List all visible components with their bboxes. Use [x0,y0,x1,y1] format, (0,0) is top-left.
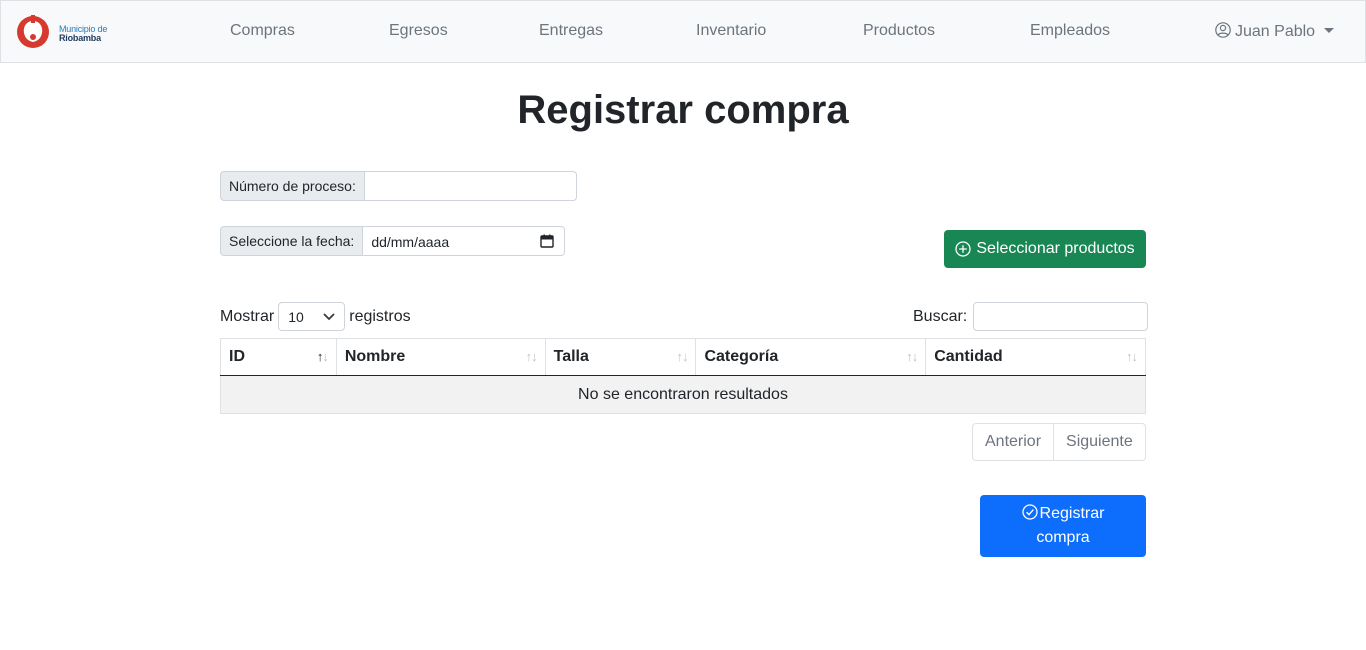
table-header-row: ID ↑↓ Nombre ↑↓ Talla ↑↓ Categoría ↑↓ Ca… [220,338,1146,376]
date-label: Seleccione la fecha: [220,226,364,256]
empty-table-message: No se encontraron resultados [220,375,1146,414]
check-circle-icon [1021,504,1038,520]
select-products-label: Seleccionar productos [976,240,1135,257]
sort-icon: ↑↓ [316,349,329,364]
register-purchase-button[interactable]: Registrar compra [980,495,1146,557]
plus-circle-icon [955,241,971,257]
chevron-down-icon [1324,28,1335,33]
date-input[interactable]: dd/mm/aaaa [363,226,566,256]
column-header-nombre[interactable]: Nombre ↑↓ [335,338,546,376]
register-label-line1: Registrar [1039,505,1105,522]
process-number-label: Número de proceso: [220,171,365,201]
search-input[interactable] [973,302,1149,331]
register-line1: Registrar [980,502,1146,526]
previous-page-button[interactable]: Anterior [972,423,1055,461]
calendar-icon[interactable] [540,234,555,248]
nav-item-entregas[interactable]: Entregas [539,22,603,40]
select-products-button[interactable]: Seleccionar productos [944,230,1146,268]
length-prefix: Mostrar [220,307,275,325]
nav-item-compras[interactable]: Compras [230,22,295,40]
nav-item-empleados[interactable]: Empleados [1030,22,1110,40]
date-group: Seleccione la fecha: dd/mm/aaaa [220,226,566,256]
pagination: Anterior Siguiente [972,423,1146,461]
navbar: Municipio de Riobamba Compras Egresos En… [0,0,1366,63]
brand-name-line2: Riobamba [59,33,101,43]
column-header-cantidad[interactable]: Cantidad ↑↓ [925,338,1146,376]
sort-icon: ↑↓ [1126,349,1138,364]
user-name: Juan Pablo [1235,23,1316,40]
brand-logo[interactable]: Municipio de Riobamba [15,15,125,49]
records-length-control: Mostrar 10 registros [220,301,411,332]
search-label: Buscar: [913,307,968,325]
column-header-talla[interactable]: Talla ↑↓ [544,338,697,376]
column-header-id[interactable]: ID ↑↓ [220,338,337,376]
page-title: Registrar compra [517,88,849,132]
municipio-logo-icon [17,15,49,48]
nav-item-productos[interactable]: Productos [863,22,935,40]
user-circle-icon [1215,22,1231,38]
products-table: ID ↑↓ Nombre ↑↓ Talla ↑↓ Categoría ↑↓ Ca… [220,338,1146,414]
table-row: No se encontraron resultados [220,375,1146,414]
column-header-categoria[interactable]: Categoría ↑↓ [695,338,927,376]
register-label-line2: compra [1036,529,1090,546]
chevron-down-icon [323,313,335,321]
sort-icon: ↑↓ [676,349,688,364]
records-per-page-value: 10 [288,309,304,325]
sort-icon: ↑↓ [906,349,918,364]
nav-item-egresos[interactable]: Egresos [389,22,448,40]
length-suffix: registros [349,307,411,325]
sort-icon: ↑↓ [525,349,538,364]
user-menu-dropdown[interactable]: Juan Pablo [1215,22,1335,41]
nav-item-inventario[interactable]: Inventario [696,22,766,40]
process-number-input[interactable] [364,171,577,201]
process-number-group: Número de proceso: [220,171,577,201]
date-placeholder: dd/mm/aaaa [371,234,450,250]
records-per-page-select[interactable]: 10 [278,302,346,331]
next-page-button[interactable]: Siguiente [1054,423,1146,461]
search-control: Buscar: [913,301,1149,332]
